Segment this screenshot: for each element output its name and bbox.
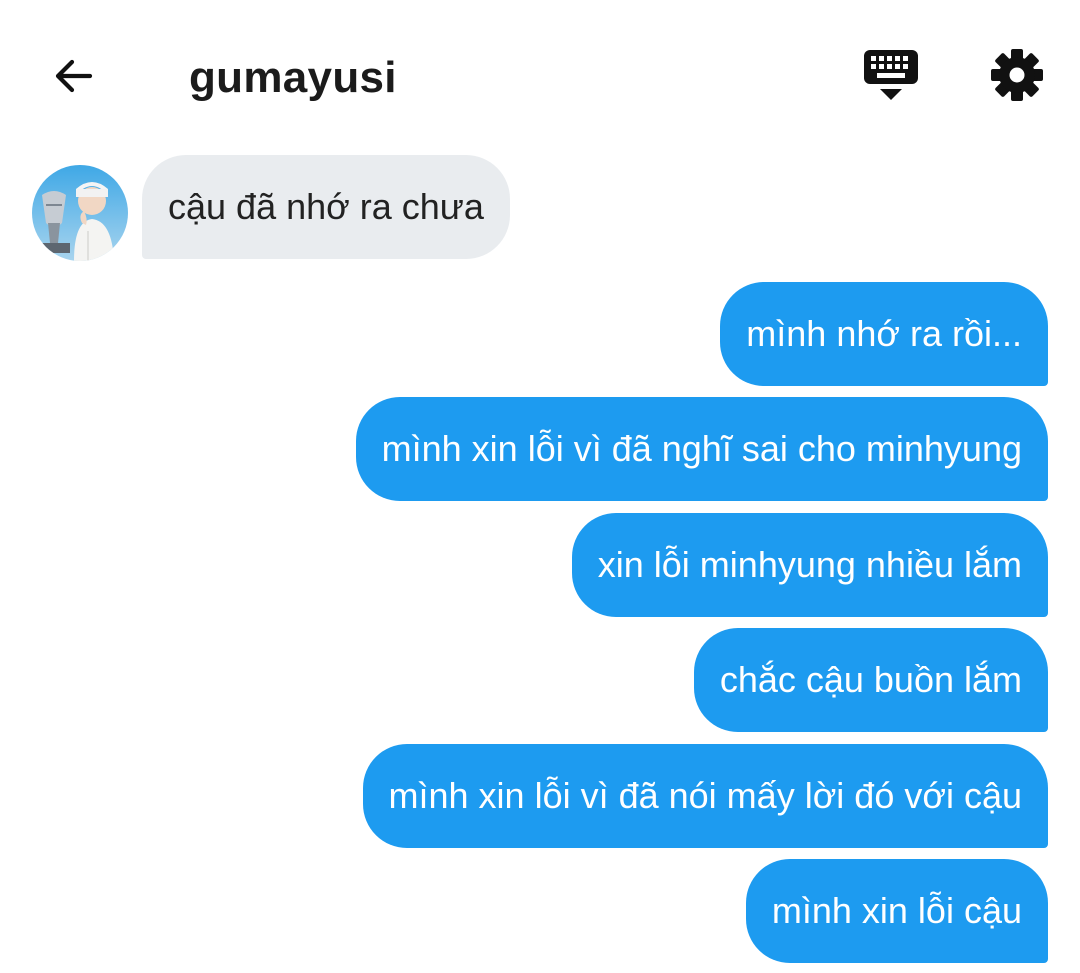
outgoing-message[interactable]: mình xin lỗi cậu (745, 859, 1048, 963)
back-button[interactable] (42, 44, 106, 108)
settings-button[interactable] (984, 42, 1050, 108)
profile-photo (32, 165, 128, 261)
chat-header: gumayusi (0, 0, 1080, 140)
outgoing-message[interactable]: mình xin lỗi vì đã nói mấy lời đó với cậ… (362, 744, 1048, 848)
incoming-message[interactable]: cậu đã nhớ ra chưa (142, 155, 510, 259)
outgoing-message[interactable]: mình nhớ ra rồi... (720, 282, 1048, 386)
keyboard-hide-icon (864, 50, 918, 100)
keyboard-toggle-button[interactable] (858, 42, 924, 108)
gear-icon (991, 49, 1043, 101)
outgoing-message[interactable]: chắc cậu buồn lắm (693, 628, 1048, 732)
outgoing-message[interactable]: mình xin lỗi vì đã nghĩ sai cho minhyung (355, 397, 1048, 501)
outgoing-message[interactable]: xin lỗi minhyung nhiều lắm (571, 513, 1048, 617)
page-title: gumayusi (189, 53, 397, 102)
arrow-left-icon (55, 59, 93, 93)
avatar[interactable] (32, 165, 128, 261)
chat-screen: gumayusi cậu đã nhớ ra chưa mình nhớ ra … (0, 0, 1080, 973)
